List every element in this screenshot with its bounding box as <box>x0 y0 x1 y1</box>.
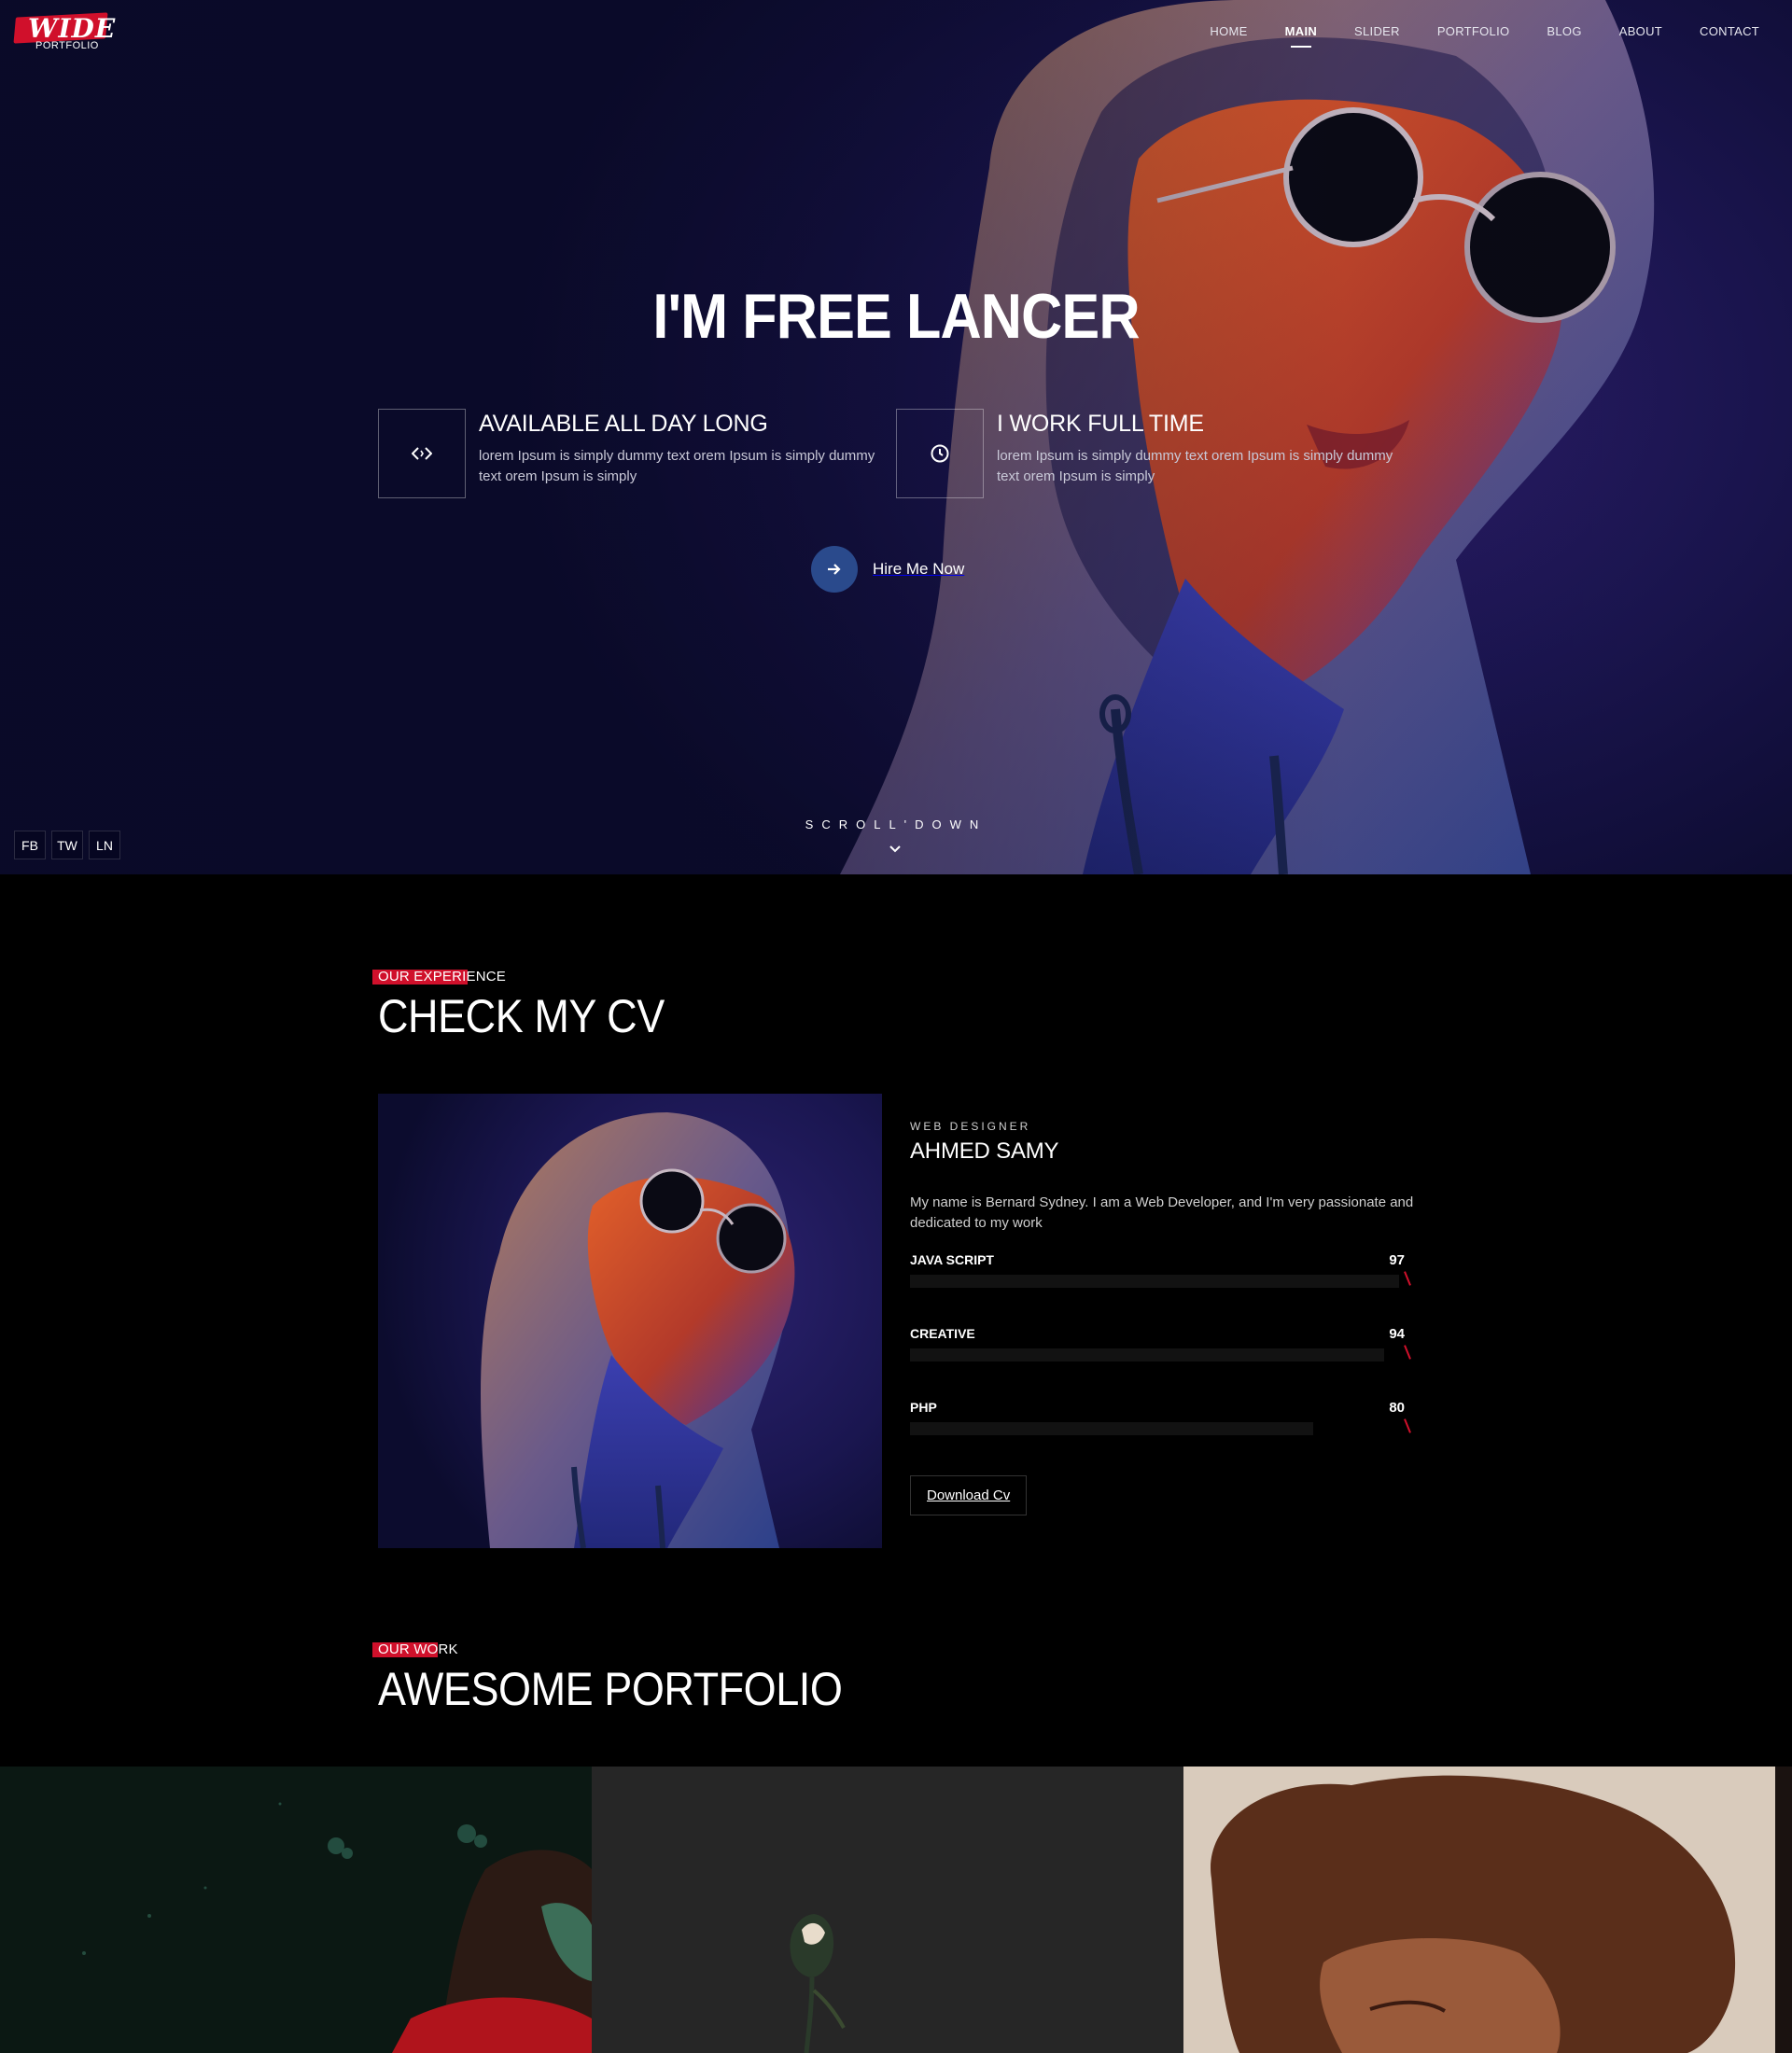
section-tag-work: OUR WORK <box>372 1641 458 1657</box>
nav-item-blog[interactable]: BLOG <box>1547 24 1581 38</box>
skill-name: CREATIVE <box>910 1326 975 1341</box>
feature-icon-box <box>378 409 466 498</box>
section-title-portfolio: AWESOME PORTFOLIO <box>378 1663 843 1715</box>
portfolio-image <box>592 1767 1183 2053</box>
feature-icon-box <box>896 409 984 498</box>
section-tag-text: OUR WORK <box>378 1641 458 1657</box>
code-icon <box>412 447 432 460</box>
brand-logo[interactable]: WIDE PORTFOLIO <box>13 12 115 54</box>
portfolio-item-partial[interactable] <box>1775 1767 1792 2053</box>
logo-subtitle: PORTFOLIO <box>35 40 99 51</box>
skill-value: 97 <box>1389 1252 1405 1268</box>
skill-bar-fill <box>910 1422 1313 1435</box>
cv-bio: My name is Bernard Sydney. I am a Web De… <box>910 1194 1414 1231</box>
skill-name: JAVA SCRIPT <box>910 1252 994 1267</box>
skills-list: JAVA SCRIPT 97 CREATIVE 94 PHP 80 <box>910 1252 1414 1473</box>
feature-text: lorem Ipsum is simply dummy text orem Ip… <box>479 448 875 484</box>
hire-me-button[interactable]: Hire Me Now <box>811 546 964 593</box>
feature-available: AVAILABLE ALL DAY LONG lorem Ipsum is si… <box>378 409 875 500</box>
profile-photo <box>378 1094 882 1548</box>
section-tag-experience: OUR EXPERIENCE <box>372 969 506 985</box>
portfolio-item-rose[interactable] <box>592 1767 1183 2053</box>
portfolio-image <box>0 1767 592 2053</box>
skill-bar-fill <box>910 1348 1384 1362</box>
hero-title: I'M FREE LANCER <box>652 281 1140 352</box>
skill-item: PHP 80 <box>910 1400 1414 1473</box>
social-links: FB TW LN <box>14 831 120 859</box>
portfolio-item-underwater[interactable] <box>0 1767 592 2053</box>
download-cv-button[interactable]: Download Cv <box>910 1475 1028 1515</box>
nav-item-about[interactable]: ABOUT <box>1619 24 1662 38</box>
section-tag-text: OUR EXPERIENCE <box>378 969 506 985</box>
hero-section: WIDE PORTFOLIO HOME MAIN SLIDER PORTFOLI… <box>0 0 1792 874</box>
skill-item: CREATIVE 94 <box>910 1326 1414 1400</box>
skill-value: 80 <box>1389 1400 1405 1416</box>
section-title-cv: CHECK MY CV <box>378 990 665 1042</box>
feature-title: I WORK FULL TIME <box>997 411 1204 437</box>
logo-word: WIDE <box>28 13 117 44</box>
main-nav: HOME MAIN SLIDER PORTFOLIO BLOG ABOUT CO… <box>1172 24 1759 48</box>
scroll-down-label[interactable]: SCROLL'DOWN <box>0 817 1792 831</box>
hire-me-label: Hire Me Now <box>873 560 965 578</box>
cv-role: WEB DESIGNER <box>910 1120 1031 1133</box>
chevron-down-icon[interactable] <box>888 844 903 855</box>
social-facebook[interactable]: FB <box>14 831 46 859</box>
feature-title: AVAILABLE ALL DAY LONG <box>479 411 768 437</box>
cv-info: WEB DESIGNER AHMED SAMY My name is Berna… <box>910 1120 1414 1515</box>
nav-item-slider[interactable]: SLIDER <box>1354 24 1400 38</box>
skill-value: 94 <box>1389 1326 1405 1342</box>
feature-text: lorem Ipsum is simply dummy text orem Ip… <box>997 448 1393 484</box>
skill-bar-track <box>910 1275 1414 1288</box>
skill-bar-track <box>910 1422 1414 1435</box>
portfolio-item-portrait[interactable] <box>1183 1767 1775 2053</box>
skill-name: PHP <box>910 1400 937 1415</box>
arrow-right-icon <box>811 546 858 593</box>
skill-item: JAVA SCRIPT 97 <box>910 1252 1414 1326</box>
skill-bar-fill <box>910 1275 1399 1288</box>
portfolio-image <box>1183 1767 1775 2053</box>
skill-bar-track <box>910 1348 1414 1362</box>
nav-item-main[interactable]: MAIN <box>1285 24 1317 48</box>
nav-item-contact[interactable]: CONTACT <box>1700 24 1759 38</box>
social-linkedin[interactable]: LN <box>89 831 120 859</box>
profile-image <box>481 1112 795 1548</box>
nav-item-home[interactable]: HOME <box>1210 24 1247 38</box>
page: WIDE PORTFOLIO HOME MAIN SLIDER PORTFOLI… <box>0 0 1792 2053</box>
feature-full-time: I WORK FULL TIME lorem Ipsum is simply d… <box>896 409 1393 500</box>
social-twitter[interactable]: TW <box>51 831 83 859</box>
clock-icon <box>931 444 949 463</box>
cv-name: AHMED SAMY <box>910 1138 1059 1164</box>
nav-item-portfolio[interactable]: PORTFOLIO <box>1437 24 1510 38</box>
